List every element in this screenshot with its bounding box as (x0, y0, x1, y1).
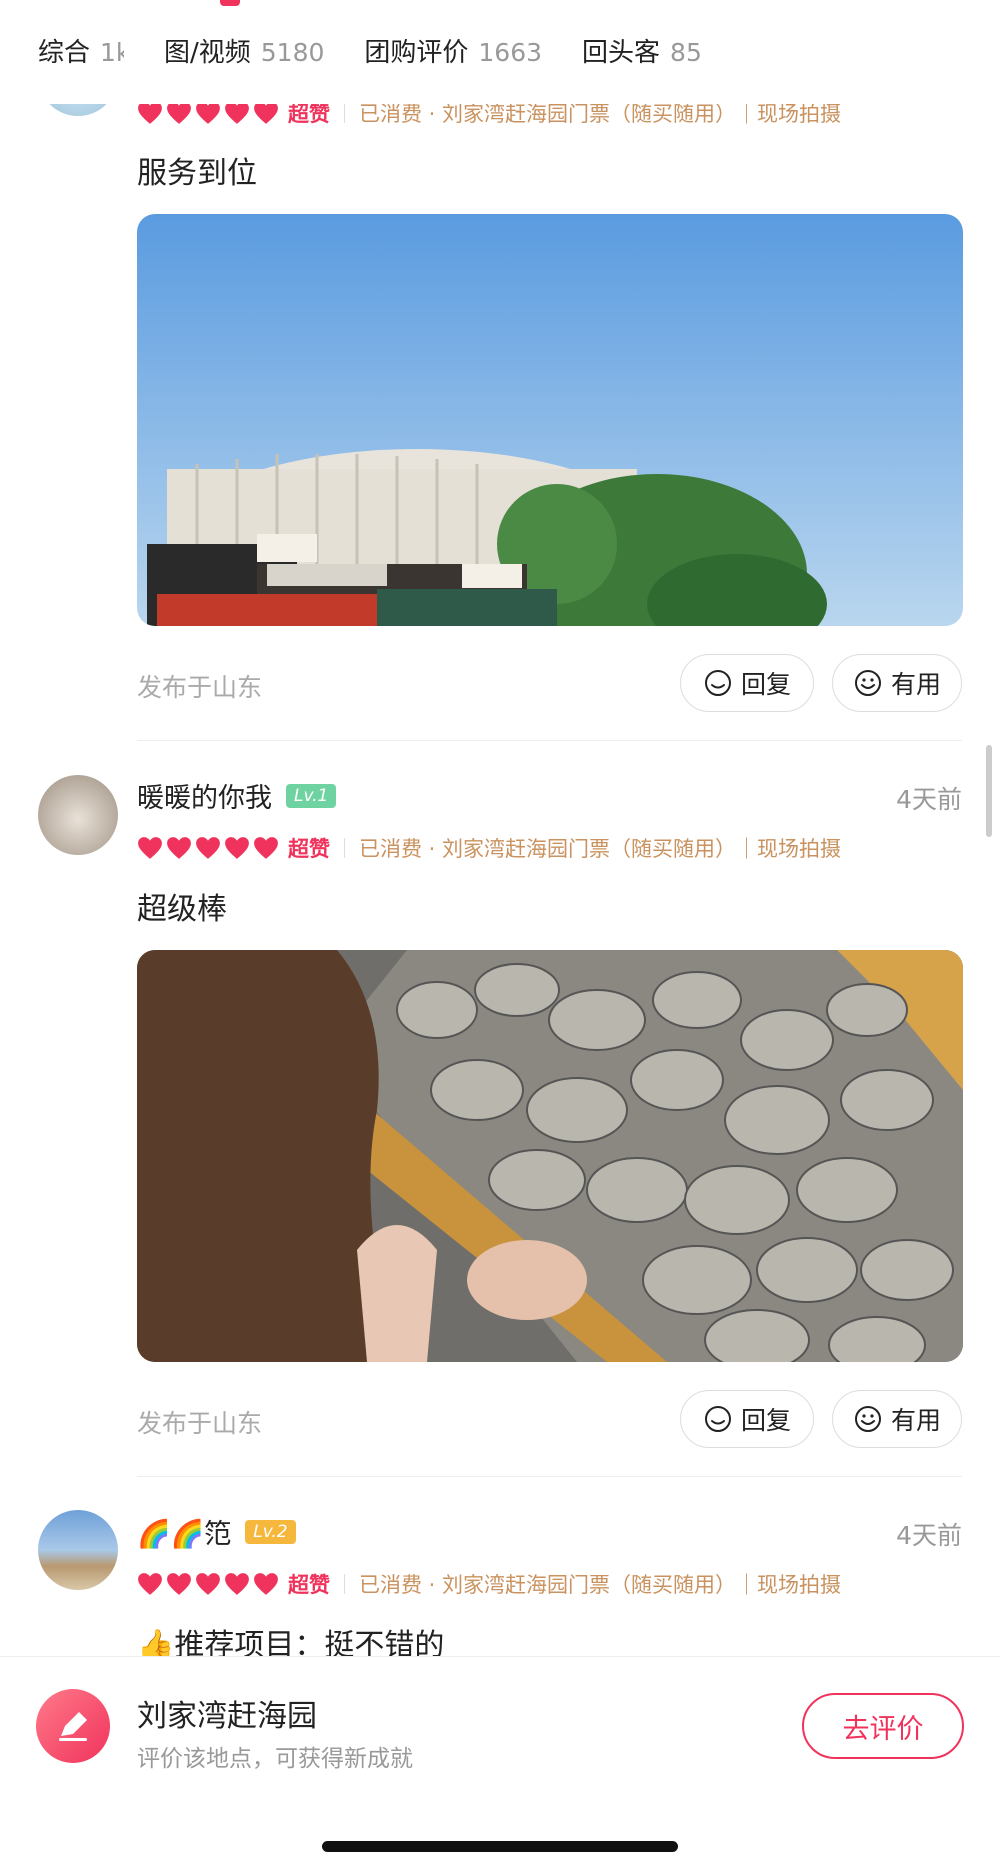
divider (344, 1574, 345, 1594)
username[interactable]: 🌈🌈笵 (137, 1512, 231, 1551)
post-divider (137, 1476, 962, 1477)
post-time: 4天前 (896, 785, 962, 814)
heart-icon (225, 102, 249, 124)
useful-button[interactable]: 有用 (832, 1390, 962, 1448)
post-time: 4天前 (896, 1521, 962, 1550)
heart-icon (254, 837, 278, 859)
comment-icon (704, 670, 731, 696)
divider (344, 838, 345, 858)
tab-count: 1k (100, 38, 124, 67)
place-name: 刘家湾赶海园 (137, 1699, 317, 1734)
useful-label: 有用 (890, 1406, 941, 1435)
review-content: 超级棒 (137, 892, 227, 927)
tab-returning-customers[interactable]: 回头客 85 (582, 32, 702, 69)
tabs: 综合 1k 图/视频 5180 团购评价 1663 回头客 85 (38, 32, 702, 69)
review-hint: 评价该地点，可获得新成就 (137, 1746, 413, 1772)
heart-icon (138, 1573, 162, 1595)
author-row: 暖暖的你我 Lv.1 (137, 776, 337, 815)
post-divider (137, 740, 962, 741)
reply-label: 回复 (740, 670, 791, 699)
tab-label: 图/视频 (164, 38, 251, 68)
rating-row: 超赞 已消费 · 刘家湾赶海园门票（随买随用）｜现场拍摄 (137, 833, 841, 863)
heart-icon (138, 102, 162, 124)
level-badge: Lv.2 (245, 1519, 296, 1544)
purchase-meta: 已消费 · 刘家湾赶海园门票（随买随用）｜现场拍摄 (359, 837, 842, 861)
heart-icon (196, 837, 220, 859)
tab-label: 回头客 (582, 38, 661, 68)
heart-icon (167, 837, 191, 859)
heart-icon (254, 1573, 278, 1595)
tab-label: 团购评价 (364, 38, 469, 68)
rating-label: 超赞 (288, 837, 330, 861)
heart-icon (167, 102, 191, 124)
tab-bar: 综合 1k 图/视频 5180 团购评价 1663 回头客 85 (0, 0, 1000, 104)
edit-icon (36, 1689, 110, 1763)
useful-button[interactable]: 有用 (832, 654, 962, 712)
heart-icon (225, 1573, 249, 1595)
heart-icon (196, 102, 220, 124)
heart-icon (254, 102, 278, 124)
scrollbar[interactable] (986, 745, 992, 837)
active-tab-indicator (220, 0, 240, 6)
smile-icon (854, 1406, 881, 1432)
tab-group-reviews[interactable]: 团购评价 1663 (364, 32, 542, 69)
heart-icon (138, 837, 162, 859)
author-row: 🌈🌈笵 Lv.2 (137, 1512, 296, 1551)
username[interactable]: 暖暖的你我 (137, 776, 272, 815)
divider (344, 103, 345, 123)
bottom-bar: 刘家湾赶海园 评价该地点，可获得新成就 去评价 (0, 1656, 1000, 1870)
post-location: 发布于山东 (137, 1409, 263, 1438)
reply-button[interactable]: 回复 (680, 654, 814, 712)
heart-icon (225, 837, 249, 859)
tab-count: 1663 (478, 38, 543, 67)
comment-icon (704, 1406, 731, 1432)
rating-label: 超赞 (288, 1573, 330, 1597)
avatar[interactable] (38, 1510, 118, 1590)
tab-label: 综合 (38, 38, 91, 68)
tab-count: 5180 (260, 38, 325, 67)
level-badge: Lv.1 (286, 783, 337, 808)
tab-count: 85 (670, 38, 702, 67)
review-content: 服务到位 (137, 156, 257, 191)
write-review-button[interactable]: 去评价 (802, 1693, 964, 1759)
home-indicator[interactable] (322, 1841, 678, 1852)
review-photo[interactable] (137, 950, 963, 1362)
review-photo[interactable] (137, 214, 963, 626)
reply-label: 回复 (740, 1406, 791, 1435)
photo-image (137, 950, 963, 1362)
purchase-meta: 已消费 · 刘家湾赶海园门票（随买随用）｜现场拍摄 (359, 1573, 842, 1597)
avatar[interactable] (38, 775, 118, 855)
smile-icon (854, 670, 881, 696)
photo-image (137, 214, 963, 626)
heart-icon (167, 1573, 191, 1595)
useful-label: 有用 (890, 670, 941, 699)
heart-icon (196, 1573, 220, 1595)
post-location: 发布于山东 (137, 673, 263, 702)
rating-row: 超赞 已消费 · 刘家湾赶海园门票（随买随用）｜现场拍摄 (137, 1569, 841, 1599)
reply-button[interactable]: 回复 (680, 1390, 814, 1448)
tab-overall[interactable]: 综合 1k (38, 32, 124, 69)
tab-photo-video[interactable]: 图/视频 5180 (164, 32, 324, 69)
